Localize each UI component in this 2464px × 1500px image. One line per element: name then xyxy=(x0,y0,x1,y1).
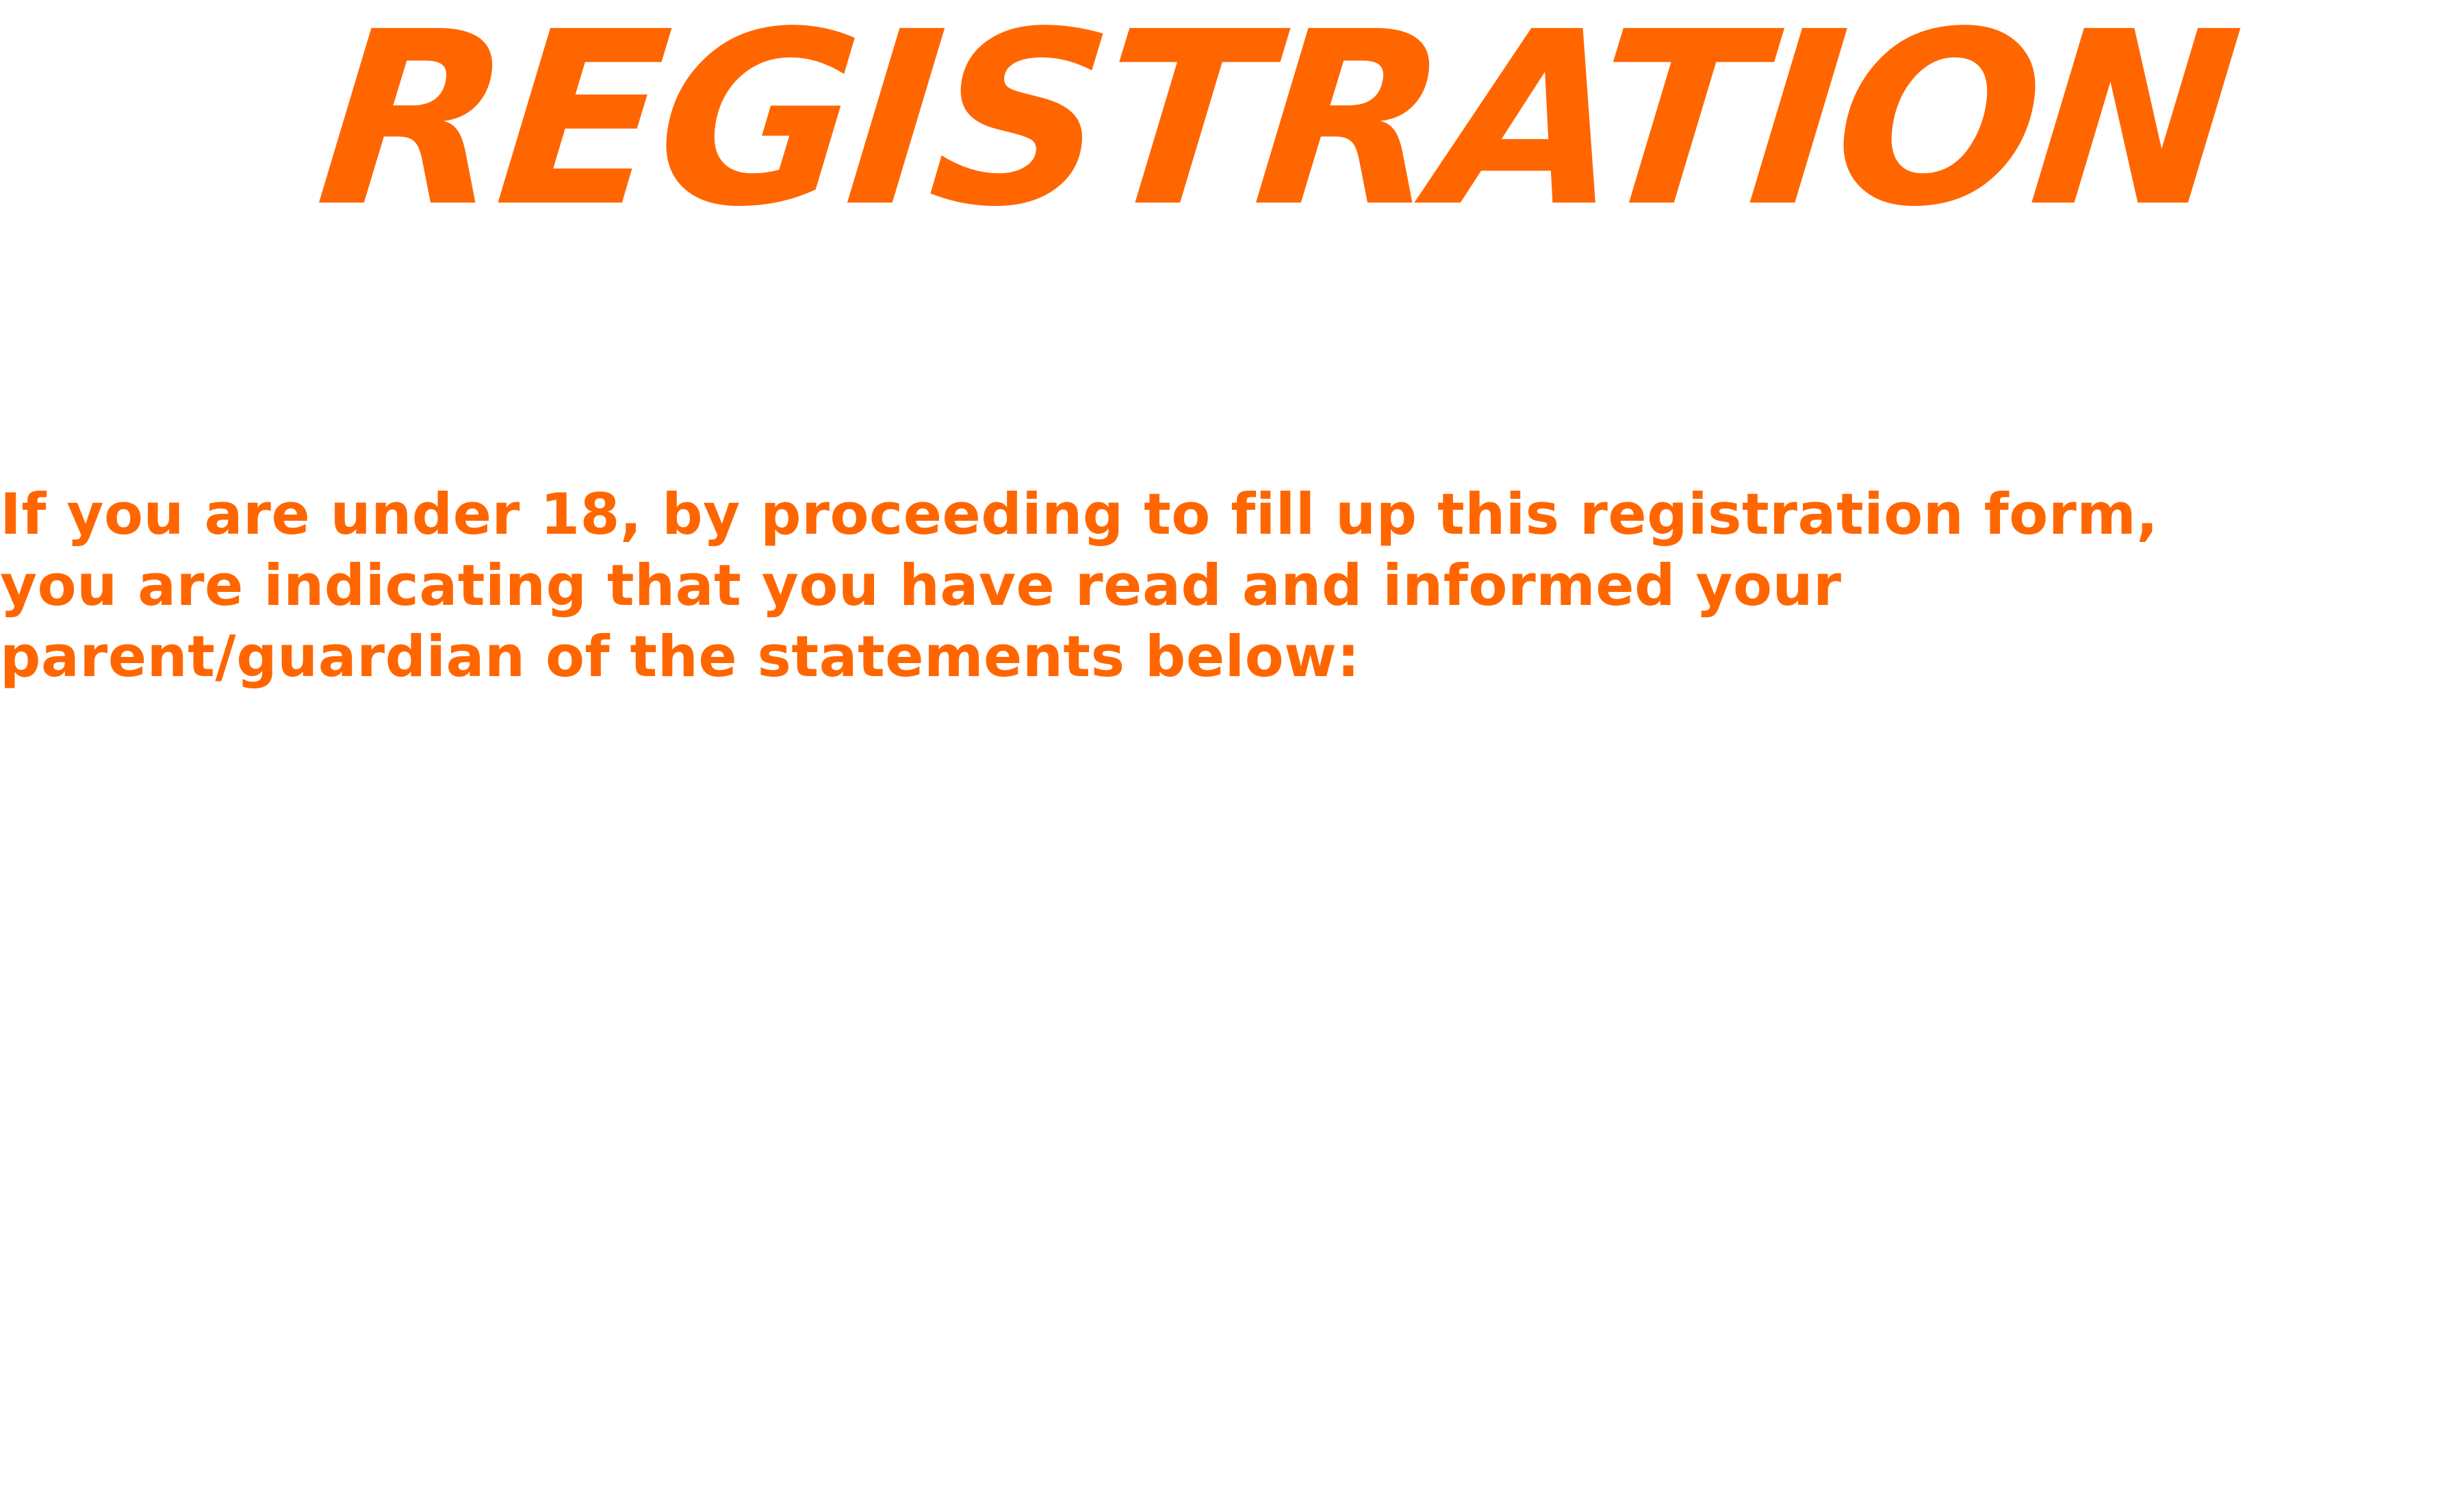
age-consent-notice: If you are under 18, by proceeding to fi… xyxy=(0,481,2159,690)
page-title: REGISTRATION xyxy=(307,0,2246,259)
